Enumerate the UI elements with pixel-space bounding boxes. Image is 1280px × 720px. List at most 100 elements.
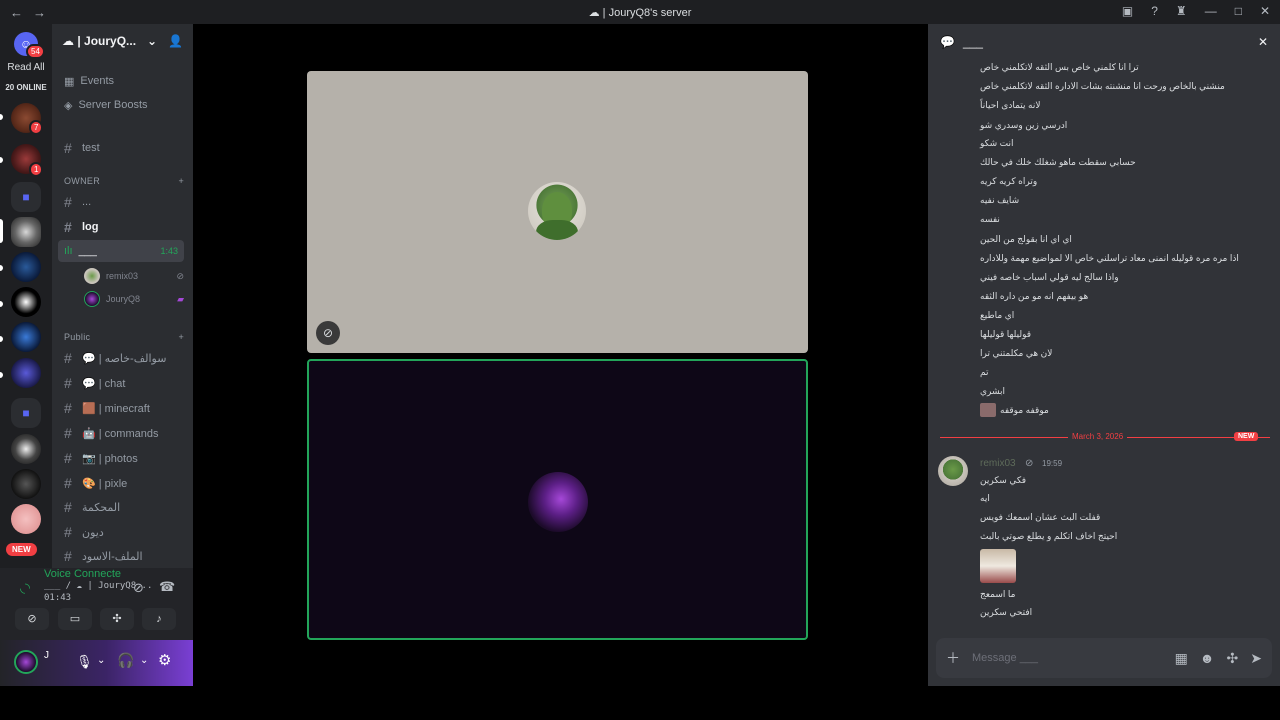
voice-channel-active[interactable]: ılı ___ 1:43 <box>58 240 184 262</box>
server-icon-s1[interactable] <box>11 252 41 282</box>
hash-icon: # <box>64 140 72 156</box>
server-boosts-item[interactable]: ◈ Server Boosts <box>58 94 184 116</box>
message-line: اي اي انا بقولج من الحين <box>980 234 1072 244</box>
server-icon-3[interactable] <box>11 434 41 464</box>
channel-public-3[interactable]: # 🤖 | commands <box>58 422 184 444</box>
channel-sidebar: ☁ | JouryQ... ⌄ 👤 ▦ Events ◈ Server Boos… <box>52 24 193 568</box>
message-composer: ＋ ▦ ☻ ✣ ➤ <box>936 638 1272 678</box>
message-line: شايف نفيه <box>980 195 1020 205</box>
voice-timer: 1:43 <box>160 246 178 256</box>
close-window-icon[interactable]: ✕ <box>1260 4 1270 18</box>
hash-icon: # <box>64 475 72 491</box>
server-icon-5[interactable] <box>11 504 41 534</box>
message-line: انت شكو <box>980 138 1014 148</box>
message-line: حسابي سقطت ماهو شغلك خلك في حالك <box>980 157 1136 167</box>
participant-tile-joury[interactable] <box>307 359 808 640</box>
message-line: وتراه كريه كريه <box>980 176 1038 186</box>
chat-header: 💬 ___ ✕ <box>928 24 1280 60</box>
message-line: ما اسمعج <box>980 589 1016 599</box>
activity-icon[interactable]: ♜ <box>1176 4 1187 18</box>
message-line: ابشري <box>980 386 1006 396</box>
server-header[interactable]: ☁ | JouryQ... ⌄ 👤 <box>52 24 193 58</box>
server-icon-b[interactable] <box>11 358 41 388</box>
message-line: لان هي مكلمتني ترا <box>980 348 1053 358</box>
message-input[interactable] <box>972 652 1163 664</box>
chevron-down-icon[interactable]: ⌄ <box>97 655 105 666</box>
server-folder-icon[interactable]: ■ <box>11 398 41 428</box>
category-owner[interactable]: OWNER + <box>64 176 184 186</box>
user-panel: J 🎙 ⌄ 🎧 ⌄ ⚙ <box>0 640 193 686</box>
author-name[interactable]: remix03 <box>980 458 1016 469</box>
server-icon-s2[interactable] <box>11 322 41 352</box>
participant-tile-remix03[interactable]: ⊘ <box>307 71 808 353</box>
participant-avatar <box>528 472 588 532</box>
voice-user-joury[interactable]: JouryQ8 ▰ <box>84 289 184 309</box>
message-line: ايه <box>980 493 990 503</box>
image-attachment[interactable] <box>980 549 1016 583</box>
hash-icon: # <box>64 219 72 235</box>
server-folder-icon[interactable]: ■ <box>11 182 41 212</box>
voice-speaker-icon: ılı <box>64 245 73 257</box>
channel-public-6[interactable]: # المحكمة <box>58 496 184 518</box>
channel-public-2[interactable]: # 🟫 | minecraft <box>58 397 184 419</box>
noise-suppression-icon[interactable]: ⊘ <box>133 580 144 596</box>
author-avatar[interactable] <box>938 456 968 486</box>
maximize-icon[interactable]: □ <box>1235 4 1242 18</box>
channel-public-5[interactable]: # 🎨 | pixle <box>58 472 184 494</box>
microphone-icon[interactable]: 🎙 <box>76 654 93 670</box>
channel-log[interactable]: # log <box>58 216 184 238</box>
minimize-icon[interactable]: — <box>1205 4 1217 18</box>
chevron-down-icon[interactable]: ⌄ <box>140 655 148 666</box>
add-member-icon[interactable]: 👤 <box>168 34 183 48</box>
inbox-icon[interactable]: ▣ <box>1122 4 1133 18</box>
events-item[interactable]: ▦ Events <box>58 70 184 92</box>
apps-icon[interactable]: ✣ <box>1227 650 1239 667</box>
add-attachment-icon[interactable]: ＋ <box>946 648 960 668</box>
new-servers-badge[interactable]: NEW <box>6 543 37 556</box>
hash-icon: # <box>64 194 72 210</box>
signal-icon[interactable]: ◟◝ <box>20 580 30 596</box>
dm-badge-1: 7 <box>29 120 44 135</box>
read-all-button[interactable]: Read All <box>0 62 52 73</box>
unread-pill <box>0 265 3 271</box>
voice-user-remix03[interactable]: remix03 ⊘ <box>84 266 184 286</box>
server-icon-4[interactable] <box>11 469 41 499</box>
back-arrow-icon[interactable]: ← <box>10 5 23 20</box>
headphones-icon[interactable]: 🎧 <box>117 652 134 669</box>
settings-gear-icon[interactable]: ⚙ <box>158 651 171 669</box>
add-channel-icon[interactable]: + <box>178 332 184 342</box>
forward-arrow-icon[interactable]: → <box>33 5 46 20</box>
close-icon[interactable]: ✕ <box>1258 35 1268 49</box>
channel-public-8[interactable]: # الملف-الاسود <box>58 545 184 567</box>
muted-mic-icon: ⊘ <box>1025 458 1034 469</box>
server-icon-current[interactable] <box>11 217 41 247</box>
user-avatar[interactable] <box>14 650 38 674</box>
channel-dots[interactable]: # ... <box>58 191 184 213</box>
emoji-icon[interactable]: ☻ <box>1200 650 1215 666</box>
unread-badge: 54 <box>26 44 45 59</box>
activities-button[interactable]: ✣ <box>100 608 134 630</box>
selected-pill <box>0 219 3 243</box>
divider-new-badge: NEW <box>1234 432 1259 441</box>
user-name: J <box>44 650 49 661</box>
help-icon[interactable]: ? <box>1151 4 1158 18</box>
send-icon[interactable]: ➤ <box>1250 650 1262 667</box>
chevron-down-icon: ⌄ <box>147 34 158 48</box>
soundboard-button[interactable]: ♪ <box>142 608 176 630</box>
category-public[interactable]: Public + <box>64 332 184 342</box>
calendar-icon[interactable]: ▦ <box>1175 650 1188 667</box>
channel-public-1[interactable]: # 💬 | chat <box>58 372 184 394</box>
disconnect-icon[interactable]: ☎ <box>159 579 175 595</box>
channel-public-4[interactable]: # 📷 | photos <box>58 447 184 469</box>
voice-elapsed: 01:43 <box>44 593 72 603</box>
divider-date: March 3, 2026 <box>1068 432 1128 441</box>
screen-share-button[interactable]: ▭ <box>58 608 92 630</box>
channel-public-0[interactable]: # 💬 | سوالف-خاصه <box>58 347 184 369</box>
voice-panel: ◟◝ Voice Connecte ___ / ☁ | JouryQ8... 0… <box>0 568 193 686</box>
video-off-button[interactable]: ⊘ <box>15 608 49 630</box>
channel-test[interactable]: # test <box>58 137 184 159</box>
message-line: اي ماطيع <box>980 310 1015 320</box>
add-channel-icon[interactable]: + <box>178 176 184 186</box>
channel-public-7[interactable]: # ديون <box>58 521 184 543</box>
server-icon-yin[interactable] <box>11 287 41 317</box>
